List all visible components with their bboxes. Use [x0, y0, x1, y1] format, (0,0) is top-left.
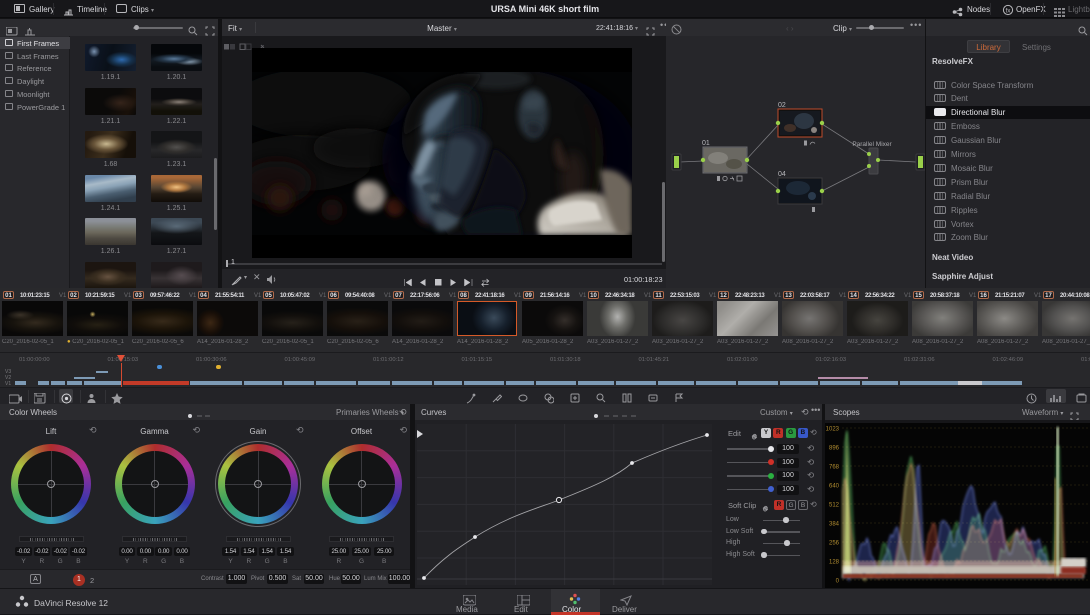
svg-text:01: 01	[702, 140, 710, 147]
svg-text:Parallel Mixer: Parallel Mixer	[852, 141, 892, 148]
svg-text:512: 512	[829, 503, 840, 509]
svg-text:02: 02	[778, 102, 786, 109]
svg-text:640: 640	[829, 484, 840, 490]
svg-text:384: 384	[829, 522, 840, 528]
svg-text:fx: fx	[1005, 7, 1011, 14]
svg-text:256: 256	[829, 541, 840, 547]
svg-text:128: 128	[829, 560, 840, 566]
svg-text:896: 896	[829, 446, 840, 452]
svg-text:1023: 1023	[826, 427, 840, 433]
svg-text:768: 768	[829, 465, 840, 471]
svg-text:04: 04	[778, 171, 786, 178]
svg-text:0: 0	[836, 579, 840, 585]
